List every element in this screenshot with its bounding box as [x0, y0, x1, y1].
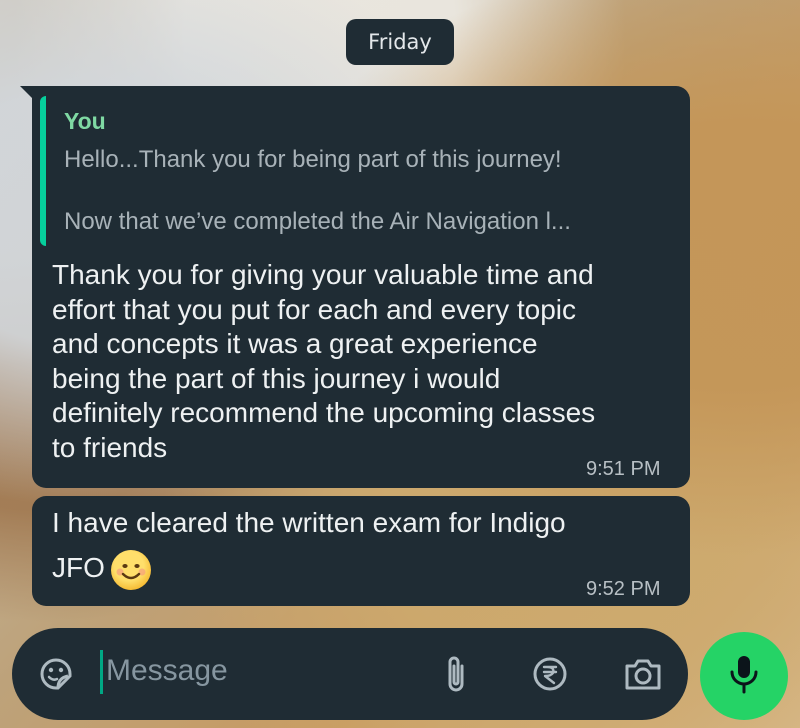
- message-timestamp: 9:51 PM: [586, 458, 661, 480]
- quote-text-line: Now that we’ve completed the Air Navigat…: [64, 208, 571, 235]
- smiling-face-emoji: [110, 550, 151, 590]
- sticker-icon[interactable]: [34, 652, 78, 696]
- quote-text-line: Hello...Thank you for being part of this…: [64, 146, 562, 173]
- message-timestamp: 9:52 PM: [586, 578, 661, 600]
- message-text-line: JFO: [52, 548, 151, 590]
- message-text: Thank you for giving your valuable time …: [52, 258, 682, 465]
- date-chip: Friday: [346, 19, 454, 65]
- quote-author: You: [64, 108, 106, 134]
- attach-icon[interactable]: [436, 652, 476, 696]
- rupee-payment-icon[interactable]: [528, 652, 572, 696]
- message-text-line: and concepts it was a great experience: [52, 328, 538, 359]
- message-text-line: I have cleared the written exam for Indi…: [52, 507, 566, 538]
- camera-icon[interactable]: [620, 652, 666, 696]
- voice-record-button[interactable]: [700, 632, 788, 720]
- message-text-line: effort that you put for each and every t…: [52, 293, 577, 325]
- message-text-line: definitely recommend the upcoming classe…: [52, 397, 596, 428]
- message-text-line: Thank you for giving your valuable time …: [52, 259, 594, 290]
- message-input[interactable]: Message: [106, 654, 228, 688]
- mic-icon: [726, 652, 762, 700]
- message-text-line: being the part of this journey i would: [52, 362, 501, 394]
- message-text-fragment: JFO: [52, 551, 105, 583]
- text-cursor: [100, 650, 103, 694]
